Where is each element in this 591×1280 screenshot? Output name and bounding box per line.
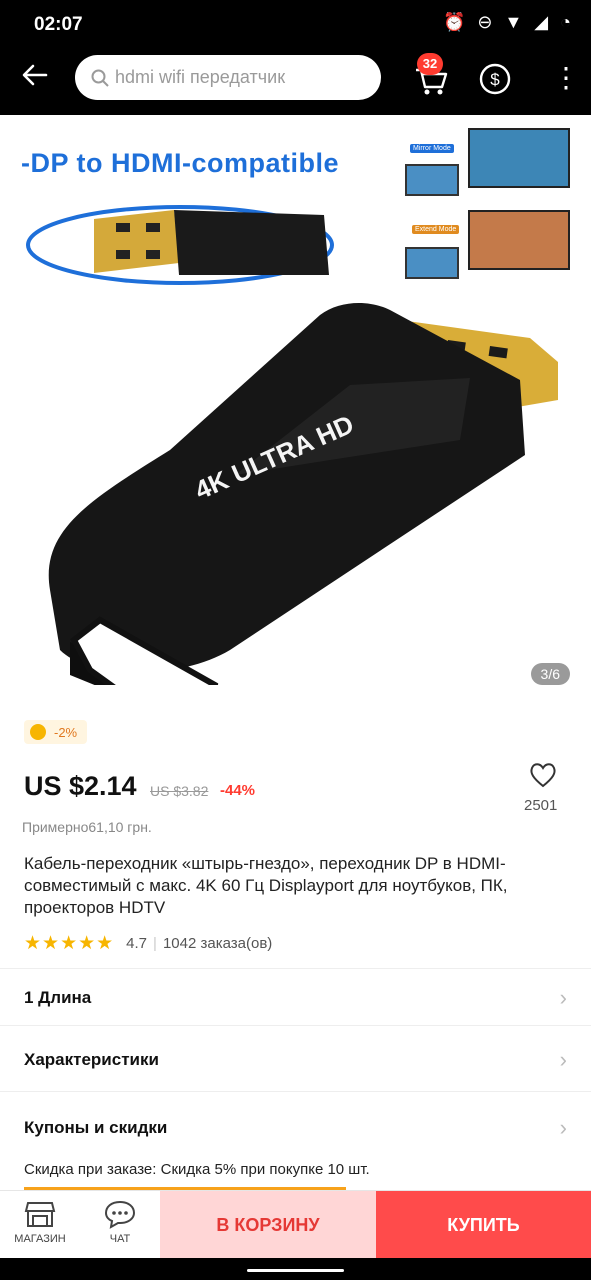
- orders-count: 1042 заказа(ов): [162, 935, 273, 952]
- signal-icon: ◢: [534, 12, 549, 32]
- divider: [0, 1091, 591, 1092]
- divider: [0, 968, 591, 969]
- back-arrow-icon: [22, 64, 48, 86]
- chevron-right-icon: ›: [559, 1047, 567, 1072]
- connector-closeup-image: [26, 205, 334, 285]
- promo-badge: -2%: [24, 720, 88, 744]
- battery-icon: ◔: [560, 12, 571, 32]
- store-label: МАГАЗИН: [14, 1233, 66, 1245]
- bottom-action-bar: МАГАЗИН ЧАТ В КОРЗИНУ КУПИТЬ: [0, 1190, 591, 1259]
- discount-percent: -44%: [220, 782, 256, 799]
- mirror-mode-label: Mirror Mode: [410, 144, 454, 153]
- dnd-icon: ⊖: [477, 12, 493, 32]
- cart-count-badge: 32: [417, 53, 443, 75]
- store-icon: [24, 1202, 56, 1227]
- coupons-row[interactable]: Купоны и скидки: [24, 1118, 167, 1138]
- alarm-icon: ⏰: [442, 12, 466, 32]
- product-title: Кабель-переходник «штырь-гнездо», перехо…: [24, 854, 508, 917]
- mirror-mode-thumbnail: Mirror Mode: [400, 128, 570, 200]
- hero-title: -DP to HDMI-compatible: [21, 148, 340, 178]
- current-price: US $2.14: [24, 771, 137, 801]
- buy-now-button[interactable]: КУПИТЬ: [376, 1191, 591, 1259]
- heart-icon[interactable]: [528, 760, 558, 790]
- specs-row[interactable]: Характеристики: [24, 1050, 159, 1070]
- store-button[interactable]: МАГАЗИН: [0, 1191, 80, 1259]
- rating-score: 4.7: [126, 935, 148, 952]
- more-options-icon[interactable]: ⋮: [552, 64, 580, 92]
- divider: [0, 1025, 591, 1026]
- top-bar: 02:07 ⏰ ⊖ ▼ ◢ ◔ hdmi wifi передатчик 32 …: [0, 0, 591, 115]
- rating-separator: |: [153, 935, 157, 952]
- search-input[interactable]: hdmi wifi передатчик: [75, 55, 381, 100]
- chat-button[interactable]: ЧАТ: [80, 1191, 160, 1259]
- back-button[interactable]: [20, 60, 50, 96]
- favorites-count: 2501: [524, 797, 558, 814]
- extend-mode-label: Extend Mode: [412, 225, 460, 234]
- image-counter: 3/6: [530, 663, 570, 685]
- search-placeholder: hdmi wifi передатчик: [115, 67, 286, 87]
- product-image-gallery[interactable]: -DP to HDMI-compatible Mirror Mode Exten…: [0, 115, 591, 705]
- status-icons: ⏰ ⊖ ▼ ◢ ◔: [443, 12, 571, 33]
- promo-text: -2%: [54, 724, 78, 740]
- system-nav-bar: [0, 1258, 591, 1280]
- approx-price: Примерно61,10 грн.: [22, 819, 152, 835]
- add-to-cart-button[interactable]: В КОРЗИНУ: [160, 1191, 376, 1259]
- old-price: US $3.82: [150, 783, 209, 799]
- chat-icon: [104, 1200, 136, 1229]
- status-time: 02:07: [34, 14, 83, 35]
- home-indicator[interactable]: [247, 1269, 344, 1272]
- chevron-right-icon: ›: [559, 1115, 567, 1140]
- rating-row[interactable]: ★★★★★ 4.7 | 1042 заказа(ов): [24, 932, 272, 955]
- coin-icon: [30, 724, 46, 740]
- extend-mode-thumbnail: Extend Mode: [400, 210, 570, 282]
- coupon-note: Скидка при заказе: Скидка 5% при покупке…: [24, 1161, 370, 1178]
- adapter-product-image: 4K ULTRA HD: [48, 303, 558, 685]
- svg-text:$: $: [490, 70, 500, 89]
- wifi-icon: ▼: [504, 12, 523, 32]
- search-icon: [91, 69, 109, 87]
- rating-stars: ★★★★★: [24, 933, 115, 954]
- chevron-right-icon: ›: [559, 985, 567, 1010]
- chat-label: ЧАТ: [109, 1233, 131, 1245]
- length-selector[interactable]: 1 Длина: [24, 988, 91, 1008]
- coins-icon[interactable]: $: [476, 59, 514, 97]
